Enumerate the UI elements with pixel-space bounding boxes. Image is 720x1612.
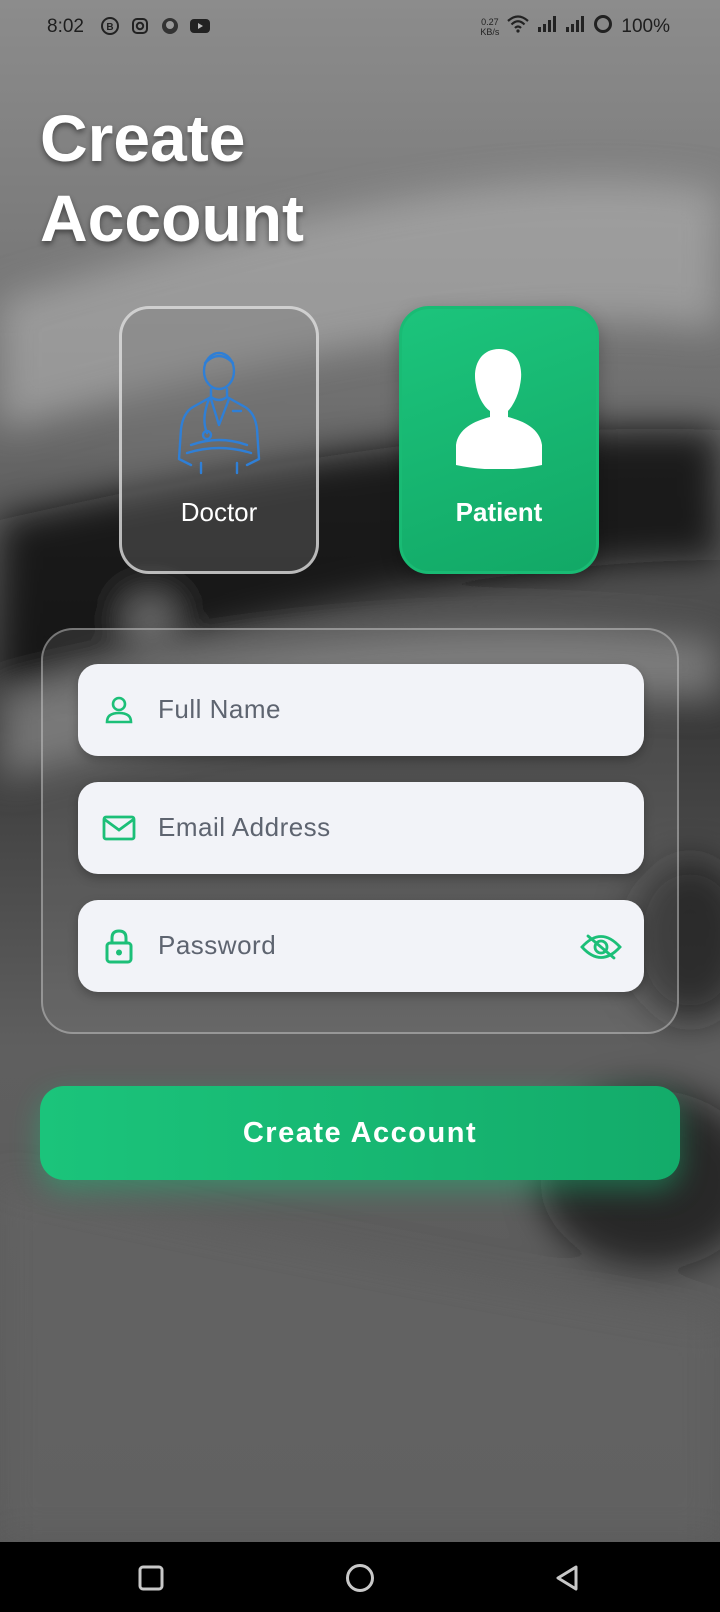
page-title: Create Account — [40, 101, 304, 255]
lock-icon — [100, 927, 138, 965]
password-placeholder: Password — [158, 930, 277, 960]
signal-icon — [565, 15, 585, 38]
person-icon — [100, 691, 138, 729]
role-card-doctor[interactable]: Doctor — [119, 306, 319, 574]
back-triangle-icon[interactable] — [545, 1556, 589, 1600]
eye-off-icon[interactable] — [578, 930, 624, 964]
youtube-icon — [190, 16, 210, 36]
battery-ring-icon — [593, 14, 613, 39]
person-silhouette-icon — [454, 345, 544, 474]
doctor-outline-icon — [171, 349, 267, 482]
password-field[interactable]: Password — [78, 900, 644, 992]
net-speed: 0.27 KB/s — [480, 17, 499, 37]
status-bar: 8:02 B 0.27 KB/s 100% — [0, 0, 720, 56]
net-speed-unit: KB/s — [480, 26, 500, 37]
b-icon: B — [100, 16, 120, 36]
wifi-icon — [507, 15, 530, 38]
mail-icon — [100, 809, 138, 847]
signup-form: Full Name Email Address Password — [41, 628, 679, 1034]
role-label-patient: Patient — [455, 497, 543, 527]
home-circle-icon[interactable] — [338, 1556, 382, 1600]
recents-square-icon[interactable] — [129, 1556, 173, 1600]
full-name-placeholder: Full Name — [158, 694, 281, 724]
role-card-patient[interactable]: Patient — [399, 306, 599, 574]
net-speed-value: 0.27 — [481, 16, 499, 27]
status-notification-icons: B — [100, 16, 210, 36]
notification-icon — [160, 16, 180, 36]
email-placeholder: Email Address — [158, 812, 331, 842]
svg-text:B: B — [106, 22, 113, 33]
email-field[interactable]: Email Address — [78, 782, 644, 874]
instagram-icon — [130, 16, 150, 36]
create-account-button[interactable]: Create Account — [40, 1086, 680, 1180]
battery-percent: 100% — [621, 15, 670, 37]
system-nav-bar — [0, 1542, 720, 1612]
status-system-icons: 0.27 KB/s 100% — [480, 14, 670, 39]
full-name-field[interactable]: Full Name — [78, 664, 644, 756]
signal-icon — [537, 15, 557, 38]
status-time: 8:02 — [47, 16, 84, 37]
role-label-doctor: Doctor — [180, 497, 258, 527]
